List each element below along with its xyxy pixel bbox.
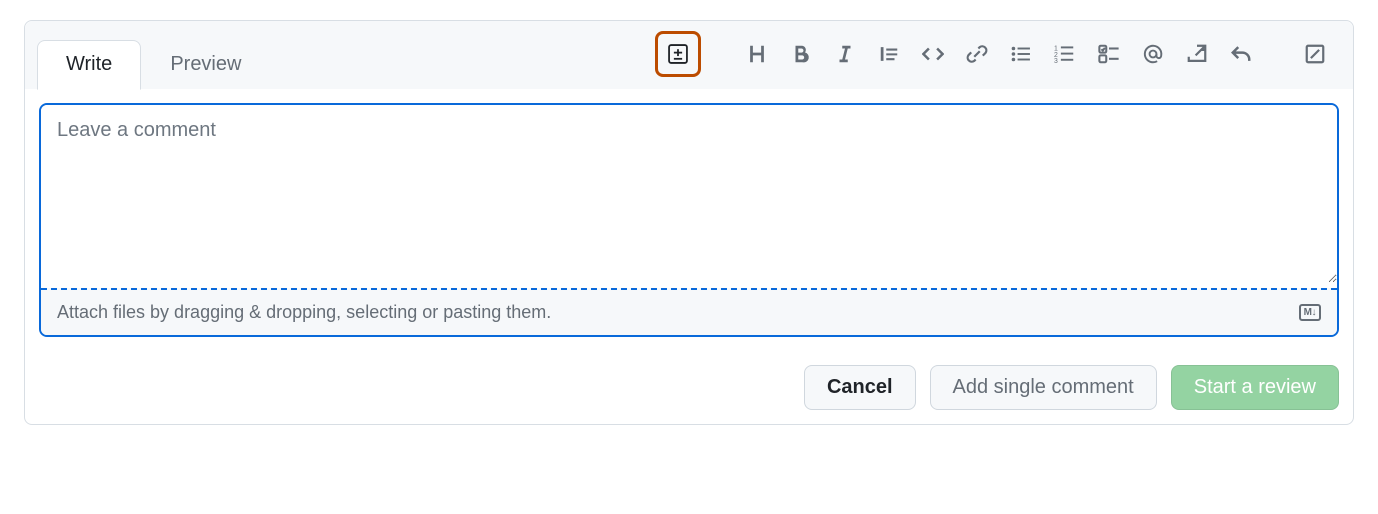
textarea-wrapper: Attach files by dragging & dropping, sel… bbox=[39, 103, 1339, 337]
comment-textarea[interactable] bbox=[41, 105, 1337, 283]
fullscreen-icon[interactable] bbox=[1297, 36, 1333, 72]
attach-hint-text: Attach files by dragging & dropping, sel… bbox=[57, 302, 551, 323]
heading-icon[interactable] bbox=[739, 36, 775, 72]
action-buttons: Cancel Add single comment Start a review bbox=[25, 351, 1353, 424]
markdown-icon[interactable]: M↓ bbox=[1299, 304, 1321, 321]
unordered-list-icon[interactable] bbox=[1003, 36, 1039, 72]
italic-icon[interactable] bbox=[827, 36, 863, 72]
ordered-list-icon[interactable]: 123 bbox=[1047, 36, 1083, 72]
link-icon[interactable] bbox=[959, 36, 995, 72]
reply-icon[interactable] bbox=[1223, 36, 1259, 72]
task-list-icon[interactable] bbox=[1091, 36, 1127, 72]
cross-reference-icon[interactable] bbox=[1179, 36, 1215, 72]
toolbar: 123 bbox=[625, 31, 1341, 89]
cancel-button[interactable]: Cancel bbox=[804, 365, 916, 410]
svg-text:3: 3 bbox=[1054, 58, 1058, 65]
bold-icon[interactable] bbox=[783, 36, 819, 72]
mention-icon[interactable] bbox=[1135, 36, 1171, 72]
add-single-comment-button[interactable]: Add single comment bbox=[930, 365, 1157, 410]
comment-form: Write Preview bbox=[24, 20, 1354, 425]
tab-preview[interactable]: Preview bbox=[141, 40, 270, 89]
editor-area: Attach files by dragging & dropping, sel… bbox=[25, 89, 1353, 351]
tabs: Write Preview bbox=[37, 40, 270, 89]
start-review-button[interactable]: Start a review bbox=[1171, 365, 1339, 410]
tab-write[interactable]: Write bbox=[37, 40, 141, 90]
suggestion-icon[interactable] bbox=[655, 31, 701, 77]
quote-icon[interactable] bbox=[871, 36, 907, 72]
attach-hint-bar[interactable]: Attach files by dragging & dropping, sel… bbox=[41, 288, 1337, 335]
code-icon[interactable] bbox=[915, 36, 951, 72]
header-bar: Write Preview bbox=[25, 21, 1353, 89]
